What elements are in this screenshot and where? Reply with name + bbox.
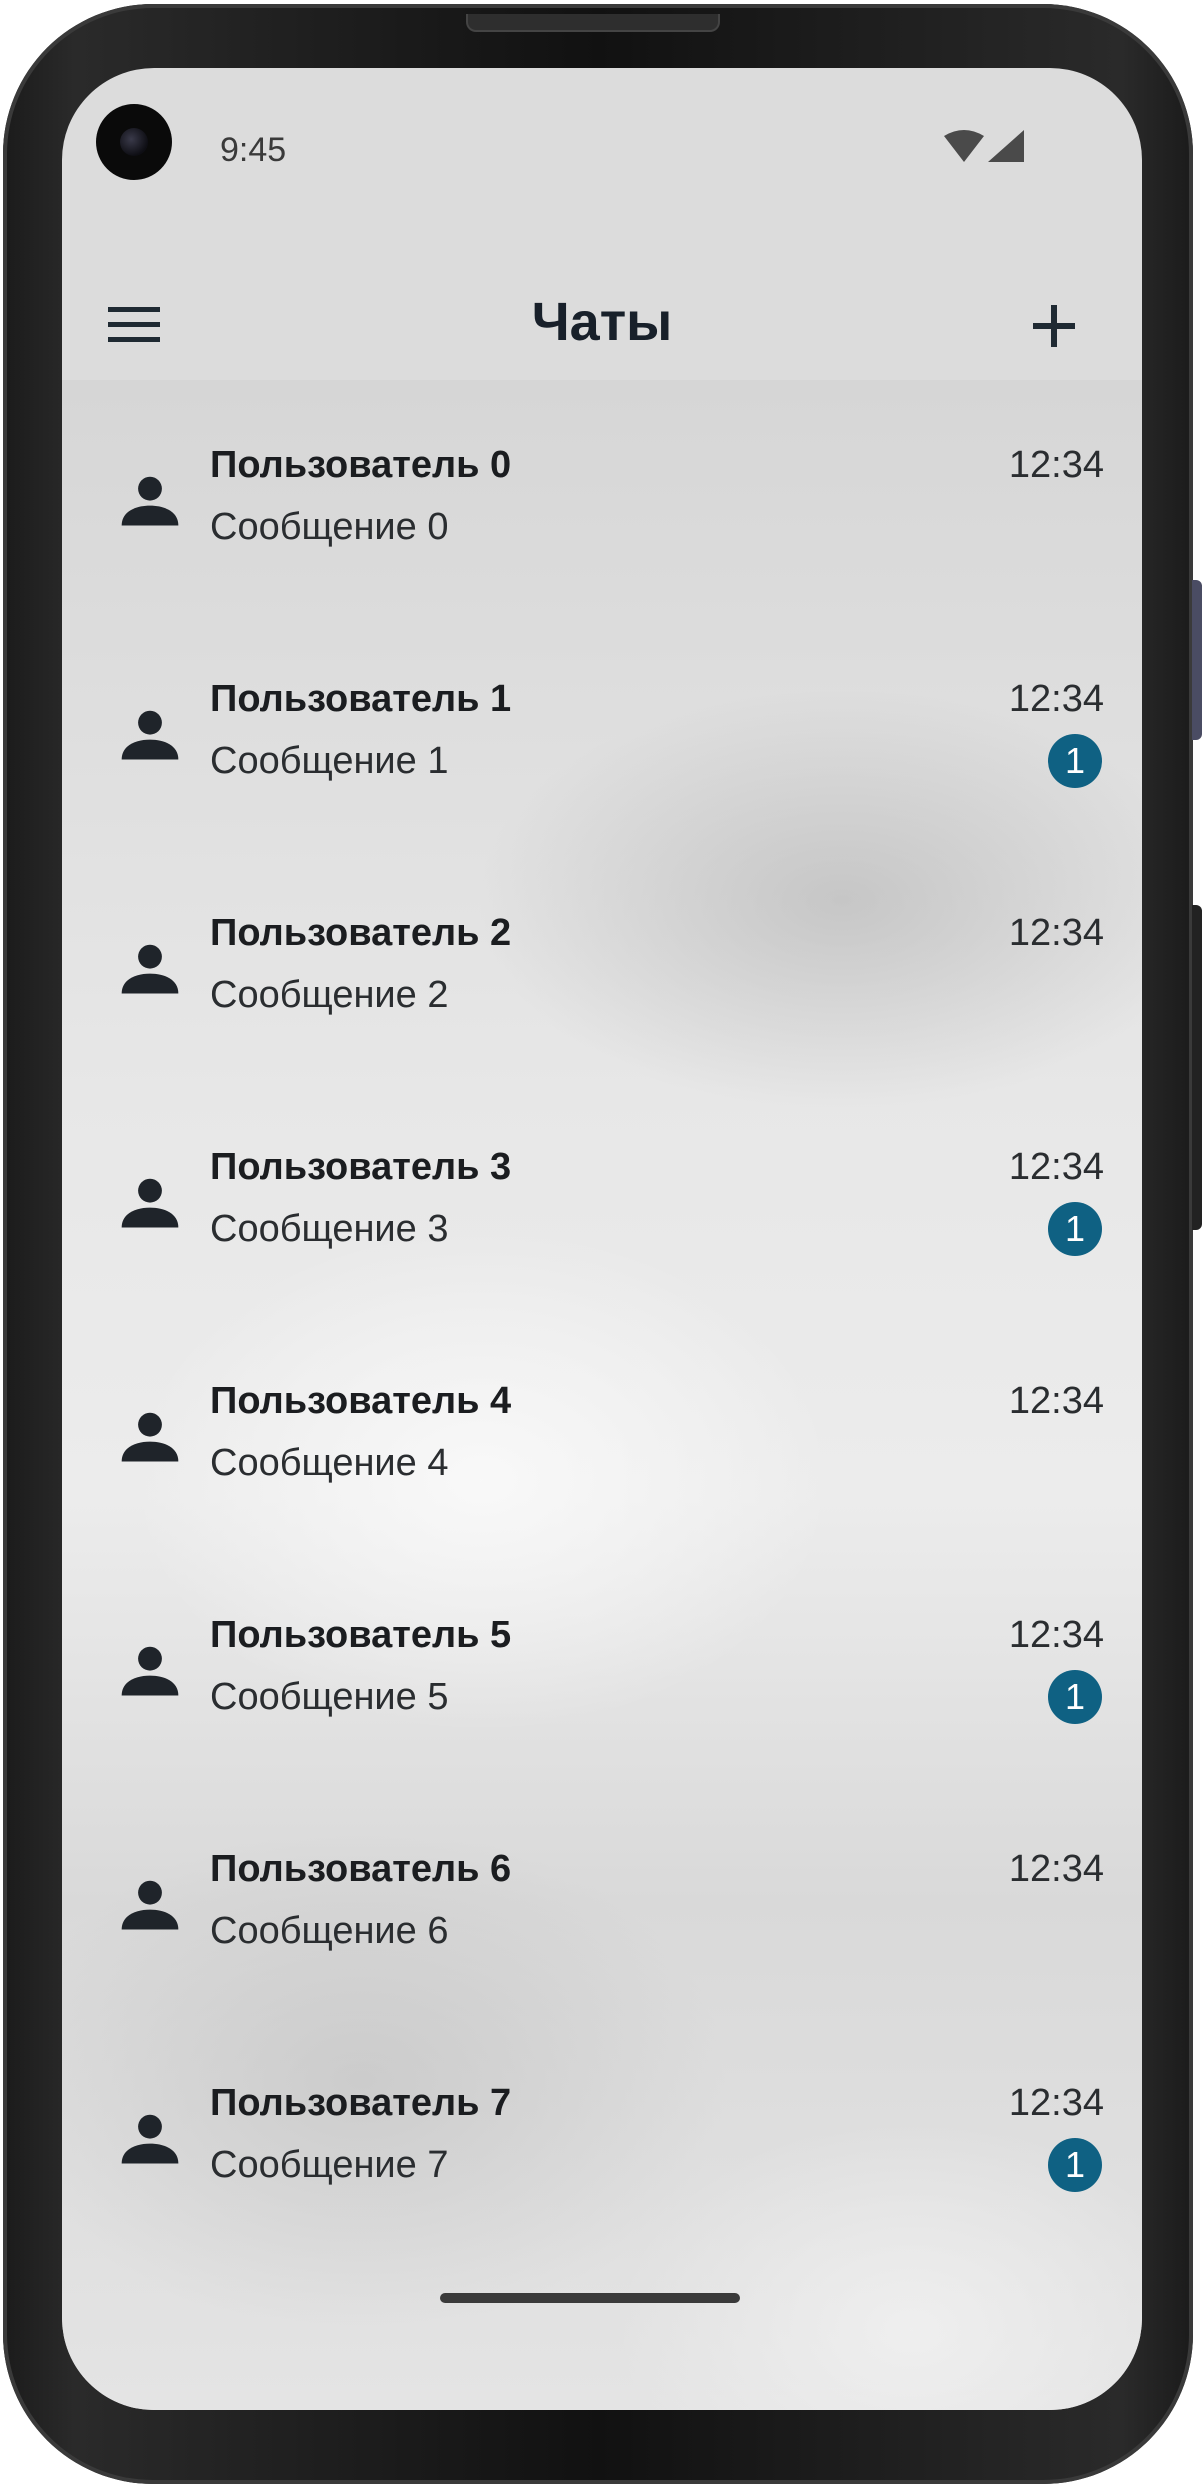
person-icon	[121, 944, 179, 994]
chat-list-item[interactable]: Пользователь 7 Сообщение 7 12:34 1	[62, 2018, 1142, 2252]
cellular-signal-icon	[988, 130, 1024, 162]
person-icon	[121, 1412, 179, 1462]
unread-badge: 1	[1048, 1670, 1102, 1724]
status-time: 9:45	[220, 131, 287, 169]
chat-list-item[interactable]: Пользователь 6 Сообщение 6 12:34	[62, 1784, 1142, 2018]
person-icon	[121, 1880, 179, 1930]
chat-user-name: Пользователь 0	[210, 444, 512, 486]
chat-list-item[interactable]: Пользователь 0 Сообщение 0 12:34	[62, 380, 1142, 614]
chat-user-name: Пользователь 2	[210, 912, 512, 954]
wifi-icon	[944, 130, 984, 162]
app-bar: Чаты	[62, 268, 1142, 380]
chat-time: 12:34	[1008, 678, 1104, 720]
chat-last-message: Сообщение 6	[210, 1910, 449, 1952]
add-chat-button[interactable]	[1022, 294, 1086, 358]
person-icon	[121, 1646, 179, 1696]
chat-last-message: Сообщение 3	[210, 1208, 449, 1250]
status-icons	[942, 128, 1032, 168]
page-title: Чаты	[531, 292, 673, 352]
chat-last-message: Сообщение 5	[210, 1676, 449, 1718]
person-icon	[121, 1178, 179, 1228]
chat-list-item[interactable]: Пользователь 2 Сообщение 2 12:34	[62, 848, 1142, 1082]
screen: 9:45 Чаты Пользователь 0 Сообщение 0 12:…	[62, 68, 1142, 2410]
chat-last-message: Сообщение 1	[210, 740, 449, 782]
person-icon	[121, 2114, 179, 2164]
chat-user-name: Пользователь 5	[210, 1614, 512, 1656]
unread-badge: 1	[1048, 734, 1102, 788]
person-icon	[121, 710, 179, 760]
chat-list-item[interactable]: Пользователь 1 Сообщение 1 12:34 1	[62, 614, 1142, 848]
chat-user-name: Пользователь 6	[210, 1848, 512, 1890]
chat-last-message: Сообщение 4	[210, 1442, 449, 1484]
chat-list: Пользователь 0 Сообщение 0 12:34 Пользов…	[62, 380, 1142, 2252]
phone-device: 9:45 Чаты Пользователь 0 Сообщение 0 12:…	[0, 0, 1204, 2491]
person-icon	[121, 476, 179, 526]
unread-badge: 1	[1048, 1202, 1102, 1256]
chat-time: 12:34	[1008, 1380, 1104, 1422]
earpiece-speaker	[466, 14, 720, 32]
volume-button	[1192, 580, 1202, 740]
chat-last-message: Сообщение 7	[210, 2144, 449, 2186]
home-indicator[interactable]	[440, 2293, 740, 2303]
chat-time: 12:34	[1008, 1614, 1104, 1656]
power-button	[1192, 905, 1202, 1230]
chat-time: 12:34	[1008, 444, 1104, 486]
chat-last-message: Сообщение 2	[210, 974, 449, 1016]
front-camera	[96, 104, 172, 180]
chat-time: 12:34	[1008, 2082, 1104, 2124]
chat-user-name: Пользователь 3	[210, 1146, 512, 1188]
chat-time: 12:34	[1008, 912, 1104, 954]
chat-time: 12:34	[1008, 1848, 1104, 1890]
unread-badge: 1	[1048, 2138, 1102, 2192]
chat-list-item[interactable]: Пользователь 4 Сообщение 4 12:34	[62, 1316, 1142, 1550]
chat-time: 12:34	[1008, 1146, 1104, 1188]
camera-lens	[120, 128, 148, 156]
chat-user-name: Пользователь 4	[210, 1380, 512, 1422]
chat-user-name: Пользователь 1	[210, 678, 512, 720]
chat-user-name: Пользователь 7	[210, 2082, 512, 2124]
chat-list-item[interactable]: Пользователь 5 Сообщение 5 12:34 1	[62, 1550, 1142, 1784]
chat-list-item[interactable]: Пользователь 3 Сообщение 3 12:34 1	[62, 1082, 1142, 1316]
chat-last-message: Сообщение 0	[210, 506, 449, 548]
add-icon	[1033, 305, 1075, 347]
